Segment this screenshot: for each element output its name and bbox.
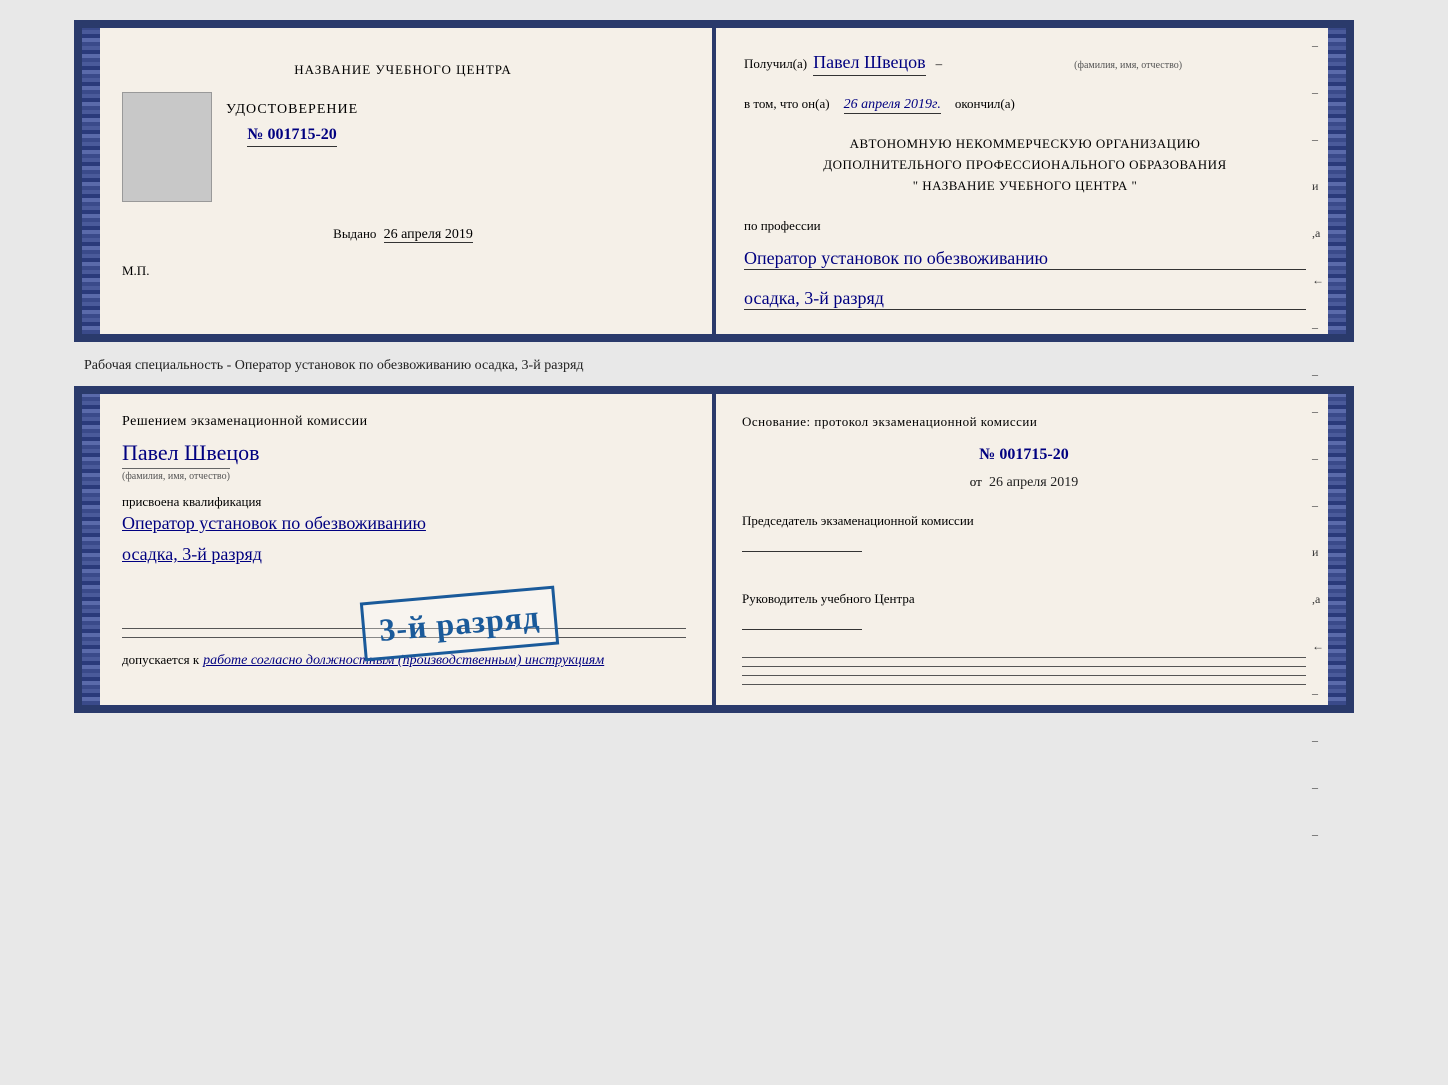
vydano-label: Выдано [333, 226, 376, 241]
rukovoditel-sig-line [742, 616, 1306, 637]
qual-right-page: – – – и ,а ← – – – – Основание: протокол… [714, 394, 1346, 704]
ot-line: от 26 апреля 2019 [742, 474, 1306, 491]
qualification-book: Решением экзаменационной комиссии Павел … [74, 386, 1354, 712]
okonchil-label: окончил(а) [955, 96, 1015, 112]
recipient-name: Павел Швецов [813, 52, 926, 76]
qual-person-block: Павел Швецов (фамилия, имя, отчество) [122, 440, 686, 484]
rukovoditel-signature [742, 629, 862, 630]
po-professii-label: по профессии [744, 218, 1306, 234]
specialty-note: Рабочая специальность - Оператор установ… [84, 358, 584, 374]
profession-text: Оператор установок по обезвоживанию [744, 248, 1306, 270]
qual-line-2 [742, 666, 1306, 667]
vydano-date: 26 апреля 2019 [384, 227, 473, 243]
prisvoyena-label: присвоена квалификация [122, 494, 686, 510]
org-line3: " НАЗВАНИЕ УЧЕБНОГО ЦЕНТРА " [744, 176, 1306, 197]
qual-fio-sublabel: (фамилия, имя, отчество) [122, 468, 230, 482]
cert-school-title: НАЗВАНИЕ УЧЕБНОГО ЦЕНТРА [294, 62, 511, 78]
poluchil-label: Получил(а) [744, 56, 807, 72]
udost-number: № 001715-20 [247, 126, 336, 147]
rukovoditel-title: Руководитель учебного Центра [742, 589, 1306, 610]
stamp-text: 3-й разряд [378, 598, 542, 649]
vtom-line: в том, что он(а) 26 апреля 2019г. окончи… [744, 96, 1306, 114]
qual-person-name: Павел Швецов [122, 440, 686, 466]
udost-block: УДОСТОВЕРЕНИЕ № 001715-20 [226, 102, 358, 147]
predsedatel-signature [742, 551, 862, 552]
photo-placeholder [122, 92, 212, 202]
dopuskaetsya-label: допускается к [122, 652, 199, 668]
document-wrapper: НАЗВАНИЕ УЧЕБНОГО ЦЕНТРА УДОСТОВЕРЕНИЕ №… [74, 20, 1374, 713]
qual-profession-text: Оператор установок по обезвоживанию [122, 510, 686, 537]
predsedatel-block: Председатель экзаменационной комиссии [742, 511, 1306, 559]
poluchil-line: Получил(а) Павел Швецов – (фамилия, имя,… [744, 52, 1306, 76]
qual-line-3 [742, 675, 1306, 676]
certificate-book: НАЗВАНИЕ УЧЕБНОГО ЦЕНТРА УДОСТОВЕРЕНИЕ №… [74, 20, 1354, 342]
ot-date: 26 апреля 2019 [989, 475, 1078, 490]
qual-right-lines [742, 657, 1306, 685]
cert-right-page: – – – и ,а ← – – – – Получил(а) Павел Шв… [716, 28, 1346, 334]
cert-content-row: УДОСТОВЕРЕНИЕ № 001715-20 [122, 92, 684, 202]
qual-razryad-text: осадка, 3-й разряд [122, 541, 686, 568]
qual-right-stripe [1328, 394, 1346, 704]
cert-left-page: НАЗВАНИЕ УЧЕБНОГО ЦЕНТРА УДОСТОВЕРЕНИЕ №… [82, 28, 716, 334]
qual-line-4 [742, 684, 1306, 685]
completion-date: 26 апреля 2019г. [844, 97, 941, 114]
resheniyem-title: Решением экзаменационной комиссии [122, 414, 686, 430]
udost-title: УДОСТОВЕРЕНИЕ [226, 102, 358, 118]
mp-line: М.П. [122, 263, 149, 279]
protocol-number: № 001715-20 [742, 446, 1306, 464]
qual-left-page: Решением экзаменационной комиссии Павел … [82, 394, 714, 704]
osnovaniye-title: Основание: протокол экзаменационной коми… [742, 414, 1306, 430]
razryad-text: осадка, 3-й разряд [744, 288, 1306, 310]
predsedatel-sig-line [742, 538, 1306, 559]
ot-label: от [970, 474, 982, 489]
org-block: АВТОНОМНУЮ НЕКОММЕРЧЕСКУЮ ОРГАНИЗАЦИЮ ДО… [744, 134, 1306, 196]
org-line1: АВТОНОМНУЮ НЕКОММЕРЧЕСКУЮ ОРГАНИЗАЦИЮ [744, 134, 1306, 155]
right-stripe [1328, 28, 1346, 334]
rukovoditel-block: Руководитель учебного Центра [742, 589, 1306, 637]
fio-sublabel: (фамилия, имя, отчество) [1074, 60, 1182, 71]
dash-symbol: – [936, 56, 943, 72]
vydano-line: Выдано 26 апреля 2019 [333, 226, 473, 243]
qual-line-1 [742, 657, 1306, 658]
qual-right-dashes: – – – и ,а ← – – – – [1312, 404, 1324, 842]
predsedatel-title: Председатель экзаменационной комиссии [742, 511, 1306, 532]
org-line2: ДОПОЛНИТЕЛЬНОГО ПРОФЕССИОНАЛЬНОГО ОБРАЗО… [744, 155, 1306, 176]
stamp-overlay: 3-й разряд [360, 586, 559, 662]
vtom-label: в том, что он(а) [744, 96, 830, 112]
